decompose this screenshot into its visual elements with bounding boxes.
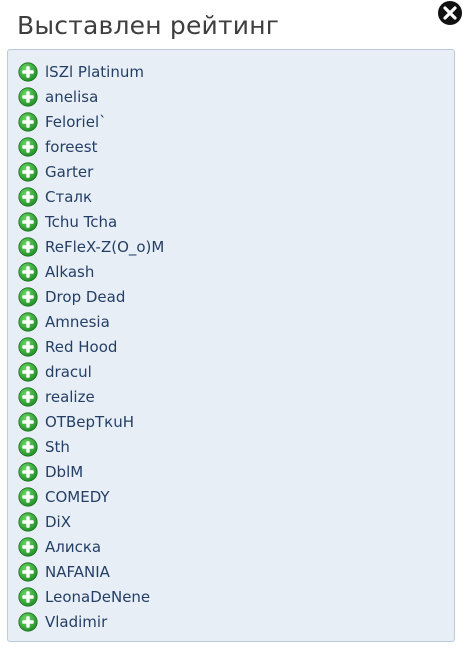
username: Алиска [45, 537, 102, 556]
list-item[interactable]: Feloriel` [18, 109, 164, 134]
username: anelisa [45, 87, 99, 106]
plus-circle-icon[interactable] [18, 61, 38, 82]
list-item[interactable]: dracul [18, 359, 164, 384]
username: Сталк [45, 187, 93, 206]
rating-dialog: Выставлен рейтинг lSZl Platinum anelisa … [0, 0, 463, 649]
username: ОТВерТкuН [45, 412, 135, 431]
username: dracul [45, 362, 92, 381]
list-item[interactable]: Amnesia [18, 309, 164, 334]
list-item[interactable]: Sth [18, 434, 164, 459]
plus-circle-icon[interactable] [18, 236, 38, 257]
username: Drop Dead [45, 287, 126, 306]
plus-circle-icon[interactable] [18, 211, 38, 232]
username: Feloriel` [45, 112, 107, 131]
username: realize [45, 387, 95, 406]
list-item[interactable]: DiX [18, 509, 164, 534]
list-item[interactable]: lSZl Platinum [18, 59, 164, 84]
username: foreest [45, 137, 98, 156]
username: COMEDY [45, 487, 110, 506]
list-item[interactable]: Garter [18, 159, 164, 184]
plus-circle-icon[interactable] [18, 286, 38, 307]
plus-circle-icon[interactable] [18, 461, 38, 482]
plus-circle-icon[interactable] [18, 336, 38, 357]
username: DblM [45, 462, 84, 481]
username: Alkash [45, 262, 95, 281]
list-item[interactable]: Vladimir [18, 609, 164, 634]
username: LeonaDeNene [45, 587, 151, 606]
plus-circle-icon[interactable] [18, 111, 38, 132]
user-list-panel: lSZl Platinum anelisa Feloriel` foreest … [7, 49, 455, 642]
plus-circle-icon[interactable] [18, 161, 38, 182]
username: Amnesia [45, 312, 110, 331]
list-item[interactable]: NAFANIA [18, 559, 164, 584]
list-item[interactable]: Алиска [18, 534, 164, 559]
username: ReFleX-Z(O_o)M [45, 237, 165, 256]
username: Garter [45, 162, 94, 181]
dialog-title: Выставлен рейтинг [17, 11, 280, 40]
list-item[interactable]: Alkash [18, 259, 164, 284]
list-item[interactable]: Drop Dead [18, 284, 164, 309]
plus-circle-icon[interactable] [18, 411, 38, 432]
list-item[interactable]: Сталк [18, 184, 164, 209]
plus-circle-icon[interactable] [18, 186, 38, 207]
plus-circle-icon[interactable] [18, 536, 38, 557]
plus-circle-icon[interactable] [18, 486, 38, 507]
username: Red Hood [45, 337, 118, 356]
plus-circle-icon[interactable] [18, 511, 38, 532]
list-item[interactable]: ОТВерТкuН [18, 409, 164, 434]
plus-circle-icon[interactable] [18, 611, 38, 632]
close-icon[interactable] [437, 0, 463, 26]
list-item[interactable]: anelisa [18, 84, 164, 109]
list-item[interactable]: Tchu Tcha [18, 209, 164, 234]
username: NAFANIA [45, 562, 110, 581]
username: Vladimir [45, 612, 108, 631]
plus-circle-icon[interactable] [18, 361, 38, 382]
plus-circle-icon[interactable] [18, 136, 38, 157]
list-item[interactable]: foreest [18, 134, 164, 159]
user-list: lSZl Platinum anelisa Feloriel` foreest … [18, 59, 164, 634]
plus-circle-icon[interactable] [18, 386, 38, 407]
plus-circle-icon[interactable] [18, 311, 38, 332]
list-item[interactable]: ReFleX-Z(O_o)M [18, 234, 164, 259]
list-item[interactable]: Red Hood [18, 334, 164, 359]
plus-circle-icon[interactable] [18, 561, 38, 582]
plus-circle-icon[interactable] [18, 586, 38, 607]
list-item[interactable]: LeonaDeNene [18, 584, 164, 609]
plus-circle-icon[interactable] [18, 86, 38, 107]
list-item[interactable]: DblM [18, 459, 164, 484]
plus-circle-icon[interactable] [18, 436, 38, 457]
username: lSZl Platinum [45, 62, 144, 81]
username: Sth [45, 437, 70, 456]
list-item[interactable]: realize [18, 384, 164, 409]
username: Tchu Tcha [45, 212, 118, 231]
list-item[interactable]: COMEDY [18, 484, 164, 509]
plus-circle-icon[interactable] [18, 261, 38, 282]
username: DiX [45, 512, 71, 531]
